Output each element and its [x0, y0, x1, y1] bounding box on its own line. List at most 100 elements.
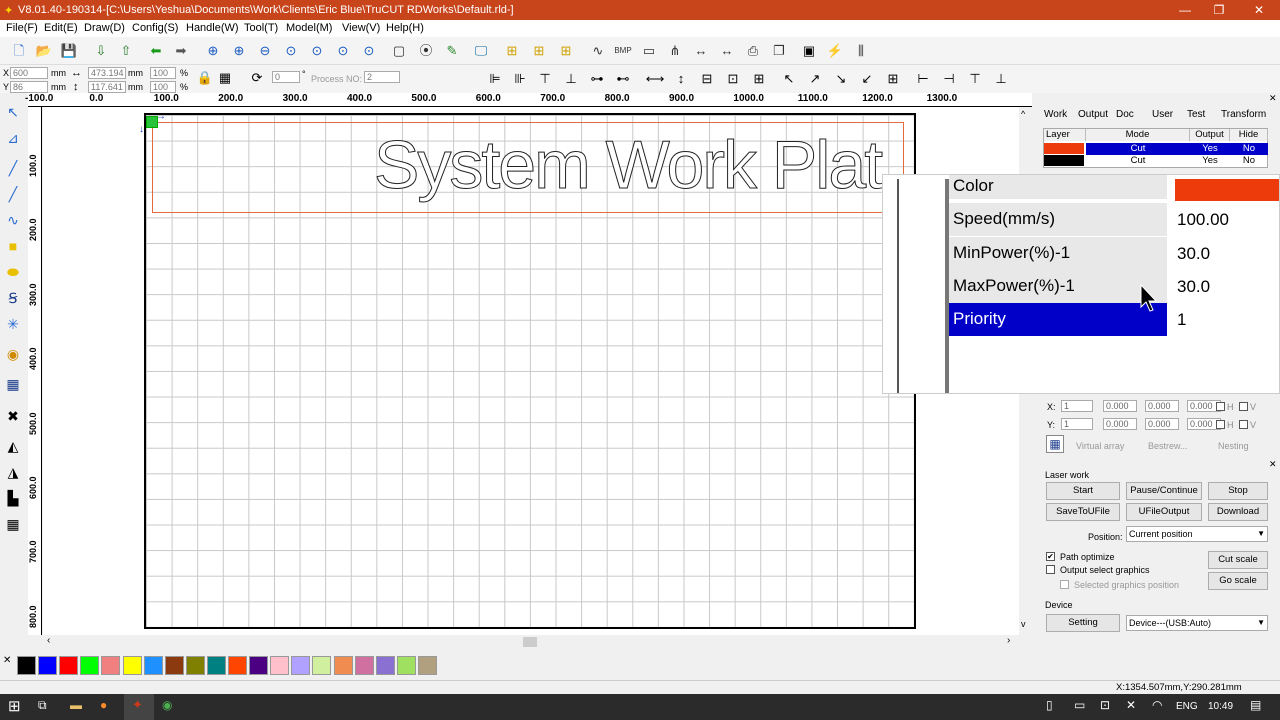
- horizontal-scrollbar[interactable]: ‹ ›: [43, 635, 1019, 649]
- height-field[interactable]: 117.641: [88, 81, 126, 93]
- curve-icon[interactable]: ∿: [589, 42, 607, 60]
- device-select[interactable]: Device---(USB:Auto) ▼: [1126, 615, 1268, 631]
- new-file-icon[interactable]: 🗋: [10, 42, 28, 60]
- palette-swatch[interactable]: [101, 656, 121, 675]
- layer-output[interactable]: Yes: [1190, 143, 1230, 155]
- canvas-text[interactable]: System Work Plat: [373, 126, 883, 204]
- distribute-icon[interactable]: ⊡: [724, 70, 742, 88]
- scale-x-field[interactable]: 100: [150, 67, 176, 79]
- ellipse-draw-icon[interactable]: ⬬: [3, 262, 23, 282]
- import-icon[interactable]: ⇩: [92, 42, 110, 60]
- move-topright-icon[interactable]: ↗: [806, 70, 824, 88]
- move-topleft-icon[interactable]: ↖: [780, 70, 798, 88]
- palette-swatch[interactable]: [249, 656, 269, 675]
- palette-swatch[interactable]: [228, 656, 247, 675]
- menu-tool[interactable]: Tool(T): [244, 22, 278, 34]
- property-value[interactable]: 30.0: [1173, 237, 1280, 270]
- palette-swatch[interactable]: [270, 656, 290, 675]
- curve-tool-icon[interactable]: ∿: [3, 210, 23, 230]
- pause-continue-button[interactable]: Pause/Continue: [1126, 482, 1202, 500]
- palette-swatch[interactable]: [80, 656, 100, 675]
- same-height-icon[interactable]: ↕: [672, 70, 690, 88]
- rdworks-taskbar-item[interactable]: ✦: [124, 694, 154, 720]
- process-number-field[interactable]: 2: [364, 71, 400, 83]
- draw-tool-icon[interactable]: ✎: [443, 42, 461, 60]
- palette-swatch[interactable]: [122, 656, 142, 675]
- nesting-button[interactable]: Nesting: [1218, 441, 1249, 451]
- undo-icon[interactable]: ⬅: [147, 42, 165, 60]
- palette-swatch[interactable]: [354, 656, 374, 675]
- tab-doc[interactable]: Doc: [1116, 109, 1134, 120]
- lock-ratio-icon[interactable]: 🔒: [196, 69, 214, 87]
- laser-panel-close-icon[interactable]: ✕: [1269, 459, 1277, 470]
- palette-swatch[interactable]: [143, 656, 163, 675]
- align-top-icon[interactable]: ⊤: [536, 70, 554, 88]
- array-x-h-checkbox[interactable]: [1216, 402, 1225, 411]
- firefox-icon[interactable]: ●: [100, 698, 107, 712]
- zoom-out-icon[interactable]: ⊖: [256, 42, 274, 60]
- align-center-h-icon[interactable]: ⊷: [614, 70, 632, 88]
- menu-file[interactable]: File(F): [6, 22, 38, 34]
- dock-bottom-icon[interactable]: ⊥: [992, 70, 1010, 88]
- select-box-icon[interactable]: ▢: [390, 42, 408, 60]
- menu-edit[interactable]: Edit(E): [44, 22, 78, 34]
- zoom-select-icon[interactable]: ⊙: [334, 42, 352, 60]
- measure-2-icon[interactable]: ↔: [718, 42, 736, 60]
- volume-icon[interactable]: ✕: [1126, 698, 1136, 712]
- rotate-icon[interactable]: ⟳: [248, 69, 266, 87]
- array-y-field[interactable]: 0.000: [1145, 418, 1179, 430]
- palette-swatch[interactable]: [375, 656, 395, 675]
- delete-icon[interactable]: ✖: [3, 406, 23, 426]
- zoom-in-icon[interactable]: ⊕: [204, 42, 222, 60]
- download-button[interactable]: Download: [1208, 503, 1268, 521]
- no-color-icon[interactable]: ✕: [3, 655, 11, 666]
- save-to-ufile-button[interactable]: SaveToUFile: [1046, 503, 1120, 521]
- align-right-icon[interactable]: ⊪: [511, 70, 529, 88]
- maximize-button[interactable]: ❐: [1200, 0, 1238, 20]
- scroll-left-icon[interactable]: ‹: [47, 635, 50, 646]
- rectangle-tool-icon[interactable]: ▭: [640, 42, 658, 60]
- menu-config[interactable]: Config(S): [132, 22, 178, 34]
- close-button[interactable]: ✕: [1240, 0, 1278, 20]
- scroll-right-icon[interactable]: ›: [1007, 635, 1010, 646]
- width-field[interactable]: 473.194: [88, 67, 126, 79]
- file-explorer-icon[interactable]: ▬: [70, 698, 82, 712]
- export-icon[interactable]: ⇧: [117, 42, 135, 60]
- zoom-all-icon[interactable]: ⊙: [360, 42, 378, 60]
- palette-swatch[interactable]: [417, 656, 437, 675]
- palette-swatch[interactable]: [333, 656, 353, 675]
- menu-view[interactable]: View(V): [342, 22, 380, 34]
- palette-swatch[interactable]: [38, 656, 58, 675]
- layer-tool-icon[interactable]: ◉: [3, 344, 23, 364]
- array-y-count[interactable]: 1: [1061, 418, 1093, 430]
- panel-close-icon[interactable]: ✕: [1269, 93, 1277, 104]
- selected-position-checkbox[interactable]: [1060, 580, 1069, 589]
- layer-hide[interactable]: No: [1230, 155, 1268, 167]
- array-y-h-checkbox[interactable]: [1216, 420, 1225, 429]
- windows-start-icon[interactable]: ⊞: [8, 697, 21, 715]
- array-x-field[interactable]: 0.000: [1103, 400, 1137, 412]
- minimize-button[interactable]: —: [1166, 0, 1204, 20]
- menu-draw[interactable]: Draw(D): [84, 22, 125, 34]
- align-grid-icon[interactable]: ⊞: [557, 42, 575, 60]
- tree-icon[interactable]: ⋔: [666, 42, 684, 60]
- dock-left-icon[interactable]: ⊢: [914, 70, 932, 88]
- measure-icon[interactable]: ↔: [692, 42, 710, 60]
- property-row-minpower[interactable]: MinPower(%)-1 30.0: [949, 237, 1279, 270]
- dock-top-icon[interactable]: ⊤: [966, 70, 984, 88]
- same-size-icon[interactable]: ⊟: [698, 70, 716, 88]
- mirror-h-icon[interactable]: ◭: [3, 436, 23, 456]
- menu-model[interactable]: Model(M): [286, 22, 332, 34]
- clock[interactable]: 10:49: [1208, 701, 1233, 712]
- array-x-v-checkbox[interactable]: [1239, 402, 1248, 411]
- tab-transform[interactable]: Transform: [1221, 109, 1266, 120]
- dock-right-icon[interactable]: ⊣: [940, 70, 958, 88]
- redo-icon[interactable]: ➡: [172, 42, 190, 60]
- zoom-fit-icon[interactable]: ⊙: [282, 42, 300, 60]
- center-page-icon[interactable]: ⊞: [750, 70, 768, 88]
- array-x-field[interactable]: 0.000: [1145, 400, 1179, 412]
- property-row-maxpower[interactable]: MaxPower(%)-1 30.0: [949, 270, 1279, 303]
- y-position-field[interactable]: 86: [10, 81, 48, 93]
- palette-swatch[interactable]: [312, 656, 332, 675]
- move-bottomleft-icon[interactable]: ↙: [858, 70, 876, 88]
